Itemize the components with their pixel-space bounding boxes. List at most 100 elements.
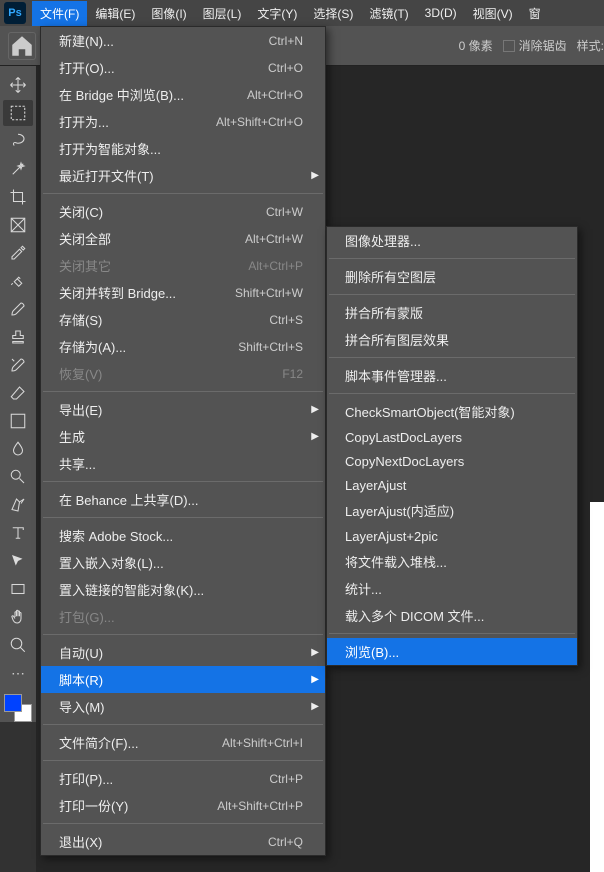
eraser-tool[interactable] [3, 380, 33, 406]
file-menu-item-3[interactable]: 打开为...Alt+Shift+Ctrl+O [41, 108, 325, 135]
menu-layer[interactable]: 图层(L) [195, 1, 250, 26]
menu-filter[interactable]: 滤镜(T) [361, 1, 416, 26]
antialias-option[interactable]: 消除锯齿 [503, 37, 567, 54]
menu-window[interactable]: 窗 [521, 1, 549, 26]
file-menu-item-10[interactable]: 关闭并转到 Bridge...Shift+Ctrl+W [41, 279, 325, 306]
file-menu-separator [43, 760, 323, 761]
menu-select[interactable]: 选择(S) [305, 1, 361, 26]
antialias-label: 消除锯齿 [519, 37, 567, 54]
script-menu-item-15[interactable]: 将文件载入堆栈... [327, 548, 577, 575]
file-menu-item-27[interactable]: 脚本(R) ▶ [41, 666, 325, 693]
script-menu-item-5[interactable]: 拼合所有图层效果 [327, 326, 577, 353]
script-menu-item-13[interactable]: LayerAjust(内适应) [327, 497, 577, 524]
menu-item-shortcut: Shift+Ctrl+S [238, 340, 303, 354]
script-menu-item-4[interactable]: 拼合所有蒙版 [327, 299, 577, 326]
menu-item-label: 关闭并转到 Bridge... [59, 283, 176, 302]
menu-item-label: 打开(O)... [59, 58, 115, 77]
menu-item-label: 脚本事件管理器... [345, 366, 447, 385]
menu-type[interactable]: 文字(Y) [249, 1, 305, 26]
eyedropper-tool[interactable] [3, 240, 33, 266]
file-menu-item-16[interactable]: 生成▶ [41, 423, 325, 450]
fg-color-swatch[interactable] [4, 694, 22, 712]
menu-item-label: 最近打开文件(T) [59, 166, 154, 185]
path-tool[interactable] [3, 548, 33, 574]
menu-image[interactable]: 图像(I) [143, 1, 194, 26]
menu-3d[interactable]: 3D(D) [417, 2, 465, 24]
menu-item-label: CopyLastDocLayers [345, 430, 462, 445]
script-menu-item-19[interactable]: 浏览(B)... [327, 638, 577, 665]
script-menu-item-17[interactable]: 载入多个 DICOM 文件... [327, 602, 577, 629]
script-menu-item-16[interactable]: 统计... [327, 575, 577, 602]
file-menu-item-21[interactable]: 搜索 Adobe Stock... [41, 522, 325, 549]
edit-toolbar[interactable]: ⋯ [3, 660, 33, 686]
script-menu-item-14[interactable]: LayerAjust+2pic [327, 524, 577, 548]
menu-item-label: 关闭全部 [59, 229, 111, 248]
checkbox-icon[interactable] [503, 40, 515, 52]
script-menu-item-2[interactable]: 删除所有空图层 [327, 263, 577, 290]
color-swatches[interactable] [4, 694, 32, 722]
crop-tool[interactable] [3, 184, 33, 210]
hand-tool[interactable] [3, 604, 33, 630]
menu-item-label: 脚本(R) [59, 670, 103, 689]
menubar: Ps 文件(F) 编辑(E) 图像(I) 图层(L) 文字(Y) 选择(S) 滤… [0, 0, 604, 26]
menu-item-label: 导出(E) [59, 400, 102, 419]
file-menu-separator [43, 823, 323, 824]
file-menu-item-0[interactable]: 新建(N)...Ctrl+N [41, 27, 325, 54]
file-menu-item-28[interactable]: 导入(M)▶ [41, 693, 325, 720]
file-menu-item-4[interactable]: 打开为智能对象... [41, 135, 325, 162]
brush-tool[interactable] [3, 296, 33, 322]
script-menu-item-11[interactable]: CopyNextDocLayers [327, 449, 577, 473]
menu-item-label: 拼合所有蒙版 [345, 303, 423, 322]
script-menu-separator [329, 633, 575, 634]
script-menu-item-12[interactable]: LayerAjust [327, 473, 577, 497]
rectangle-tool[interactable] [3, 576, 33, 602]
marquee-tool[interactable] [3, 100, 33, 126]
file-menu-item-26[interactable]: 自动(U)▶ [41, 639, 325, 666]
blur-tool[interactable] [3, 436, 33, 462]
file-menu-item-30[interactable]: 文件简介(F)...Alt+Shift+Ctrl+I [41, 729, 325, 756]
submenu-arrow-icon: ▶ [311, 674, 319, 685]
file-menu-item-33[interactable]: 打印一份(Y)Alt+Shift+Ctrl+P [41, 792, 325, 819]
type-tool[interactable] [3, 520, 33, 546]
menu-item-shortcut: Alt+Shift+Ctrl+P [217, 799, 303, 813]
menu-item-label: 文件简介(F)... [59, 733, 138, 752]
file-menu-item-23[interactable]: 置入链接的智能对象(K)... [41, 576, 325, 603]
healing-tool[interactable] [3, 268, 33, 294]
file-menu-item-8[interactable]: 关闭全部Alt+Ctrl+W [41, 225, 325, 252]
menu-edit[interactable]: 编辑(E) [87, 1, 143, 26]
file-menu-item-22[interactable]: 置入嵌入对象(L)... [41, 549, 325, 576]
zoom-tool[interactable] [3, 632, 33, 658]
menu-file[interactable]: 文件(F) [32, 1, 87, 26]
file-menu-item-7[interactable]: 关闭(C)Ctrl+W [41, 198, 325, 225]
history-brush-tool[interactable] [3, 352, 33, 378]
move-tool[interactable] [3, 72, 33, 98]
home-icon[interactable] [8, 32, 36, 60]
file-menu-item-2[interactable]: 在 Bridge 中浏览(B)...Alt+Ctrl+O [41, 81, 325, 108]
file-menu-item-15[interactable]: 导出(E)▶ [41, 396, 325, 423]
pen-tool[interactable] [3, 492, 33, 518]
app-logo: Ps [4, 2, 26, 24]
stamp-tool[interactable] [3, 324, 33, 350]
file-menu-item-5[interactable]: 最近打开文件(T) ▶ [41, 162, 325, 189]
file-menu-item-12[interactable]: 存储为(A)...Shift+Ctrl+S [41, 333, 325, 360]
file-menu-item-17[interactable]: 共享... [41, 450, 325, 477]
menu-item-label: 关闭其它 [59, 256, 111, 275]
file-menu-item-32[interactable]: 打印(P)...Ctrl+P [41, 765, 325, 792]
submenu-arrow-icon: ▶ [311, 170, 319, 181]
file-menu-item-35[interactable]: 退出(X)Ctrl+Q [41, 828, 325, 855]
script-menu-separator [329, 258, 575, 259]
lasso-tool[interactable] [3, 128, 33, 154]
menu-view[interactable]: 视图(V) [465, 1, 521, 26]
file-menu-item-19[interactable]: 在 Behance 上共享(D)... [41, 486, 325, 513]
file-menu-item-11[interactable]: 存储(S)Ctrl+S [41, 306, 325, 333]
file-menu-item-1[interactable]: 打开(O)...Ctrl+O [41, 54, 325, 81]
menu-item-label: 存储(S) [59, 310, 102, 329]
script-menu-item-9[interactable]: CheckSmartObject(智能对象) [327, 398, 577, 425]
dodge-tool[interactable] [3, 464, 33, 490]
gradient-tool[interactable] [3, 408, 33, 434]
frame-tool[interactable] [3, 212, 33, 238]
magic-wand-tool[interactable] [3, 156, 33, 182]
script-menu-item-0[interactable]: 图像处理器... [327, 227, 577, 254]
script-menu-item-10[interactable]: CopyLastDocLayers [327, 425, 577, 449]
script-menu-item-7[interactable]: 脚本事件管理器... [327, 362, 577, 389]
